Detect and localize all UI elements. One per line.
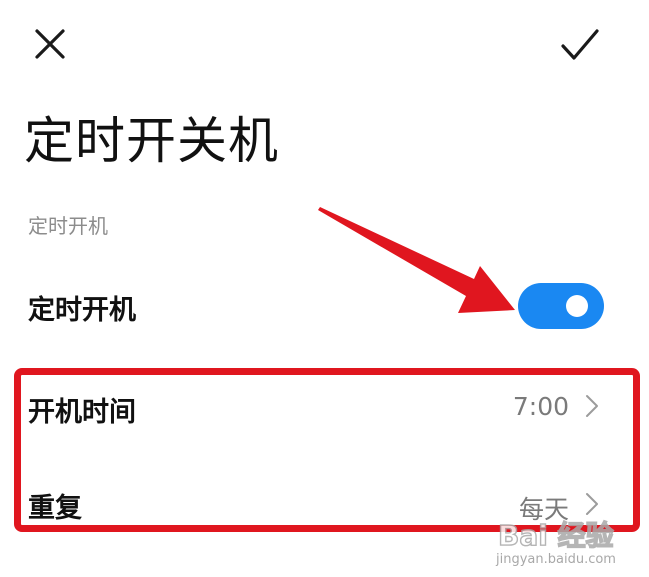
- watermark-url: jingyan.baidu.com: [496, 552, 616, 567]
- power-on-time-value: 7:00: [512, 392, 569, 421]
- scheduled-power-on-toggle[interactable]: [518, 283, 604, 329]
- confirm-button[interactable]: [556, 22, 604, 66]
- row-power-on-time[interactable]: 开机时间 7:00: [0, 370, 649, 442]
- section-header: 定时开机: [28, 214, 108, 238]
- toggle-knob: [566, 295, 588, 317]
- chevron-right-icon: [586, 395, 598, 417]
- row-label-repeat: 重复: [28, 493, 82, 524]
- row-label-scheduled-power-on: 定时开机: [28, 295, 136, 326]
- row-repeat[interactable]: 重复 每天: [0, 468, 649, 540]
- repeat-value: 每天: [518, 495, 569, 524]
- close-button[interactable]: [28, 22, 72, 66]
- chevron-right-icon: [586, 493, 598, 515]
- row-label-power-on-time: 开机时间: [28, 397, 136, 428]
- close-icon: [35, 29, 65, 59]
- checkmark-icon: [561, 29, 599, 60]
- page-title: 定时开关机: [24, 112, 279, 170]
